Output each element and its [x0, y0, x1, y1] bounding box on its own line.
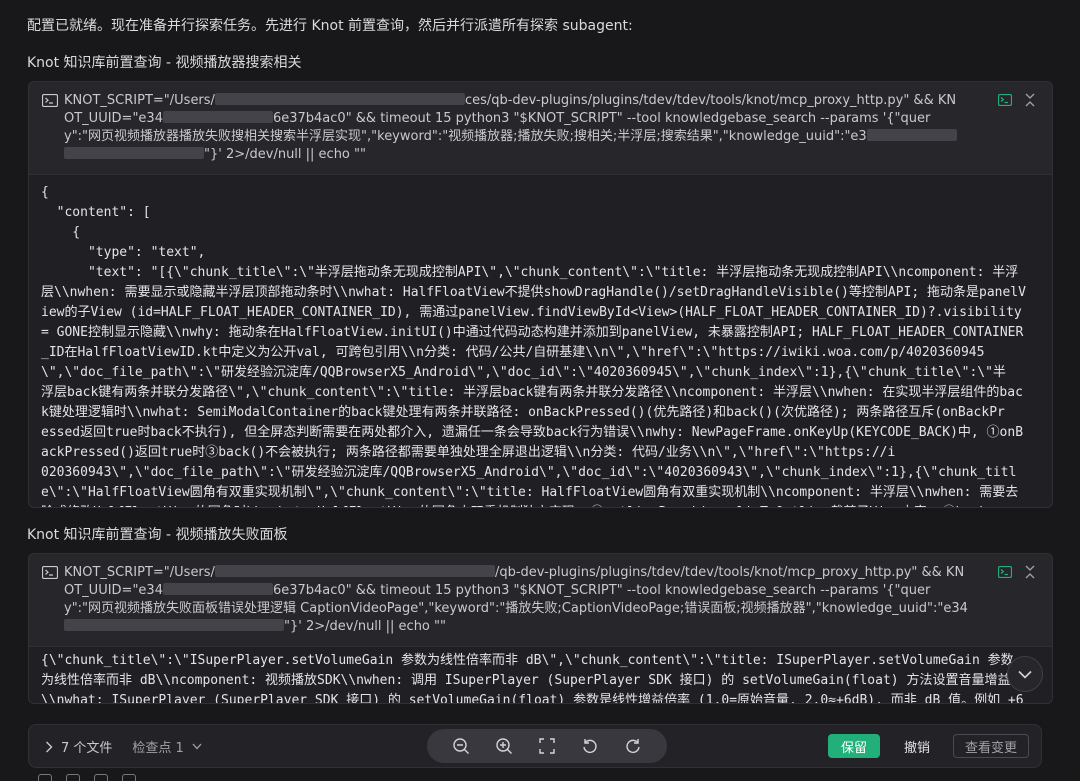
zoom-in-icon[interactable] [494, 736, 514, 756]
output-line: "text": "[{\"chunk_title\":\"半浮层拖动条无现成控制… [41, 265, 1019, 280]
redacted-segment [214, 93, 465, 105]
output-line: ackPressed()返回true时③back()不会被执行; 两条路径都需要… [41, 445, 896, 460]
command-card-search: KNOT_SCRIPT="/Users/ces/qb-dev-plugins/p… [28, 81, 1053, 508]
command-line-4: "}' 2>/dev/null || echo "" [64, 618, 982, 636]
scroll-to-bottom-button[interactable] [1007, 656, 1043, 692]
command-line-3: y":"网页视频播放失败面板错误处理逻辑 CaptionVideoPage","… [64, 601, 968, 616]
attach-icon[interactable] [38, 774, 52, 781]
output-line: iew的子View (id=HALF_FLOAT_HEADER_CONTAINE… [41, 305, 1022, 320]
output-line: 层\\nwhen: 需要显示或隐藏半浮层顶部拖动条时\\nwhat: HalfF… [41, 285, 1026, 300]
output-line: essed返回true时back不执行), 但全屏态判断需要在两处都介入, 遗漏… [41, 425, 1024, 440]
mention-icon[interactable] [66, 774, 80, 781]
intro-message: 配置已就绪。现在准备并行探索任务。先进行 Knot 前置查询，然后并行派遣所有探… [27, 18, 633, 34]
section-title-failure: Knot 知识库前置查询 - 视频播放失败面板 [27, 527, 288, 543]
undo-button[interactable]: 撤销 [891, 734, 943, 758]
command-block: KNOT_SCRIPT="/Users//qb-dev-plugins/plug… [29, 554, 1052, 647]
command-line-1: KNOT_SCRIPT="/Users//qb-dev-plugins/plug… [64, 565, 965, 580]
output-line: \\nwhat: ISuperPlayer (SuperPlayer SDK 接… [41, 693, 1024, 704]
output-line: _ID在HalfFloatViewID.kt中定义为公开val, 可跨包引用\\… [41, 345, 985, 360]
review-bar: 7 个文件 检查点 1 保留 撤销 查看变更 [28, 724, 1042, 768]
terminal-icon[interactable] [122, 774, 136, 781]
zoom-out-icon[interactable] [451, 736, 471, 756]
fit-screen-icon[interactable] [537, 736, 557, 756]
output-line: "content": [ [41, 205, 151, 220]
output-line: = GONE控制显示隐藏\\nwhy: 拖动条在HalfFloatView.in… [41, 325, 1024, 340]
redacted-segment [64, 147, 204, 159]
redacted-segment [162, 583, 273, 595]
output-line: 除或修改HalfFloatView的圆角时\\nwhat: HalfFloatV… [41, 503, 1040, 507]
collapse-icon[interactable] [1024, 565, 1036, 579]
chevron-down-icon [1018, 670, 1032, 679]
output-line: 浮层back键有两条并联分发路径\",\"chunk_content\":\"t… [41, 385, 1023, 400]
terminal-icon [42, 566, 58, 579]
redacted-segment [866, 129, 957, 141]
open-terminal-icon[interactable] [998, 566, 1012, 578]
view-toolbar [427, 729, 667, 763]
redacted-segment [162, 111, 273, 123]
files-changed-label[interactable]: 7 个文件 [61, 737, 112, 756]
output-line: 020360943\",\"doc_file_path\":\"研发经验沉淀库/… [41, 465, 1017, 480]
output-line: "type": "text", [41, 245, 206, 260]
command-output: {\"chunk_title\":\"ISuperPlayer.setVolum… [29, 647, 1052, 704]
output-line: {\"chunk_title\":\"ISuperPlayer.setVolum… [41, 653, 1014, 668]
image-icon[interactable] [94, 774, 108, 781]
collapse-icon[interactable] [1024, 93, 1036, 107]
rotate-right-icon[interactable] [623, 736, 643, 756]
redacted-segment [64, 619, 284, 631]
chevron-right-icon[interactable] [45, 741, 53, 753]
chevron-down-icon[interactable] [192, 743, 202, 750]
command-card-failure: KNOT_SCRIPT="/Users//qb-dev-plugins/plug… [28, 553, 1053, 704]
output-line: { [41, 185, 49, 200]
command-line-1: KNOT_SCRIPT="/Users/ces/qb-dev-plugins/p… [64, 93, 957, 108]
command-line-2: OT_UUID="e34 6e37b4ac0" && timeout 15 pyt… [64, 111, 931, 126]
output-line: k键处理逻辑时\\nwhat: SemiModalContainer的back键… [41, 405, 1005, 420]
command-line-3: y":"网页视频播放器播放失败搜相关搜索半浮层实现","keyword":"视频… [64, 128, 982, 146]
keep-button[interactable]: 保留 [828, 734, 880, 758]
terminal-icon [42, 94, 58, 107]
command-line-4: "}' 2>/dev/null || echo "" [64, 146, 982, 164]
command-output: { "content": [ { "type": "text", "text":… [29, 175, 1052, 507]
output-line: 为线性倍率而非 dB\\ncomponent: 视频播放SDK\\nwhen: … [41, 673, 1011, 688]
command-block: KNOT_SCRIPT="/Users/ces/qb-dev-plugins/p… [29, 82, 1052, 175]
output-line: { [41, 225, 81, 240]
bottom-icon-row [38, 774, 136, 781]
redacted-segment [214, 565, 495, 577]
open-terminal-icon[interactable] [998, 94, 1012, 106]
review-changes-button[interactable]: 查看变更 [953, 734, 1029, 758]
output-line: \",\"doc_file_path\":\"研发经验沉淀库/QQBrowser… [41, 365, 1006, 380]
command-line-2: OT_UUID="e34 6e37b4ac0" && timeout 15 pyt… [64, 583, 931, 598]
checkpoint-selector[interactable]: 检查点 1 [132, 737, 183, 756]
output-line: e\":\"HalfFloatView圆角有双重实现机制\",\"chunk_c… [41, 485, 1019, 500]
rotate-left-icon[interactable] [580, 736, 600, 756]
section-title-search: Knot 知识库前置查询 - 视频播放器搜索相关 [27, 55, 302, 71]
